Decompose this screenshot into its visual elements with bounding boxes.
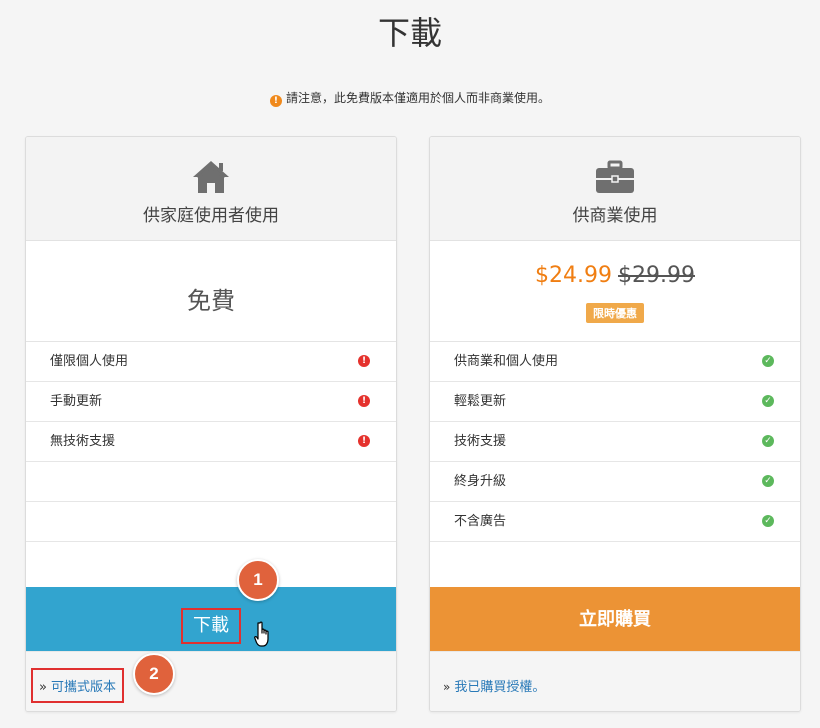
business-plan-price-area: $24.99 $29.99 限時優惠 xyxy=(430,241,800,342)
current-price: $24.99 xyxy=(535,263,612,288)
briefcase-icon xyxy=(596,160,634,193)
free-plan-header: 供家庭使用者使用 xyxy=(26,137,396,241)
free-plan-card: 供家庭使用者使用 免費 僅限個人使用 ! 手動更新 ! 無技術支援 ! 下載 »… xyxy=(25,136,397,712)
download-button-label: 下載 xyxy=(181,608,241,644)
business-plan-footer: » 我已購買授權。 xyxy=(430,651,800,711)
exclamation-icon: ! xyxy=(358,395,370,407)
check-icon: ✓ xyxy=(762,355,774,367)
portable-version-link[interactable]: » 可攜式版本 xyxy=(31,668,124,703)
free-price-label: 免費 xyxy=(187,287,235,315)
feature-item: 供商業和個人使用 ✓ xyxy=(430,342,800,382)
feature-item: 輕鬆更新 ✓ xyxy=(430,382,800,422)
check-icon: ✓ xyxy=(762,475,774,487)
page-title: 下載 xyxy=(377,14,442,52)
portable-version-label: 可攜式版本 xyxy=(50,680,116,695)
feature-label: 手動更新 xyxy=(50,394,103,409)
feature-item: 不含廣告 ✓ xyxy=(430,502,800,542)
step-2-badge: 2 xyxy=(133,653,175,695)
chevron-right-icon: » xyxy=(39,680,47,695)
feature-label: 技術支援 xyxy=(454,434,507,449)
exclamation-icon: ! xyxy=(358,435,370,447)
feature-item-empty xyxy=(430,542,800,582)
feature-item: 技術支援 ✓ xyxy=(430,422,800,462)
free-plan-features: 僅限個人使用 ! 手動更新 ! 無技術支援 ! xyxy=(26,342,396,582)
buy-now-label: 立即購買 xyxy=(579,609,651,630)
business-plan-title: 供商業使用 xyxy=(572,206,658,226)
feature-label: 不含廣告 xyxy=(454,514,507,529)
price-line: $24.99 $29.99 xyxy=(430,263,800,288)
step-1-badge: 1 xyxy=(237,559,279,601)
feature-label: 僅限個人使用 xyxy=(50,354,129,369)
check-icon: ✓ xyxy=(762,395,774,407)
already-purchased-label: 我已購買授權。 xyxy=(454,680,546,695)
exclamation-icon: ! xyxy=(358,355,370,367)
download-button[interactable]: 下載 xyxy=(26,587,396,651)
free-plan-title: 供家庭使用者使用 xyxy=(143,206,279,226)
feature-item-empty xyxy=(26,502,396,542)
warning-icon: ! xyxy=(269,95,282,107)
business-plan-header: 供商業使用 xyxy=(430,137,800,241)
feature-item: 僅限個人使用 ! xyxy=(26,342,396,382)
free-plan-footer: » 可攜式版本 xyxy=(26,651,396,711)
buy-now-button[interactable]: 立即購買 xyxy=(430,587,800,651)
check-icon: ✓ xyxy=(762,515,774,527)
feature-item: 終身升級 ✓ xyxy=(430,462,800,502)
feature-item: 手動更新 ! xyxy=(26,382,396,422)
free-plan-price-area: 免費 xyxy=(26,241,396,342)
promo-badge: 限時優惠 xyxy=(586,303,644,323)
chevron-right-icon: » xyxy=(443,680,451,694)
feature-label: 輕鬆更新 xyxy=(454,394,507,409)
check-icon: ✓ xyxy=(762,435,774,447)
hand-cursor-icon xyxy=(254,621,269,647)
business-plan-features: 供商業和個人使用 ✓ 輕鬆更新 ✓ 技術支援 ✓ 終身升級 ✓ 不含廣告 ✓ xyxy=(430,342,800,582)
already-purchased-link[interactable]: » 我已購買授權。 xyxy=(443,676,545,695)
feature-item-empty xyxy=(26,542,396,582)
home-icon xyxy=(193,161,229,193)
feature-item: 無技術支援 ! xyxy=(26,422,396,462)
feature-label: 供商業和個人使用 xyxy=(454,354,559,369)
notice-text: 請注意，此免費版本僅適用於個人而非商業使用。 xyxy=(285,91,550,105)
business-plan-card: 供商業使用 $24.99 $29.99 限時優惠 供商業和個人使用 ✓ 輕鬆更新 … xyxy=(429,136,801,712)
feature-item-empty xyxy=(26,462,396,502)
download-page: 下載 ! 請注意，此免費版本僅適用於個人而非商業使用。 供家庭使用者使用 免費 僅… xyxy=(0,0,820,728)
feature-label: 終身升級 xyxy=(454,474,507,489)
original-price: $29.99 xyxy=(618,263,695,288)
feature-label: 無技術支援 xyxy=(50,434,116,449)
notice-bar: ! 請注意，此免費版本僅適用於個人而非商業使用。 xyxy=(0,89,820,107)
